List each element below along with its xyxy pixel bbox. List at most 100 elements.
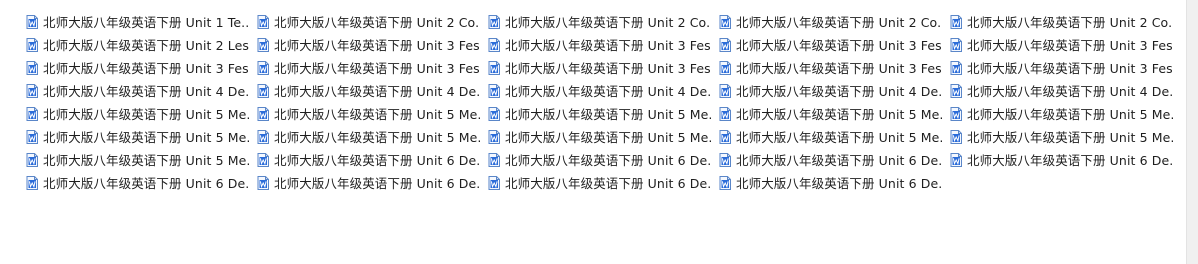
file-item[interactable]: 北师大版八年级英语下册 Unit 5 Me... [946,102,1177,125]
file-item[interactable]: 北师大版八年级英语下册 Unit 5 Me... [22,148,253,171]
file-item[interactable]: 北师大版八年级英语下册 Unit 4 De... [253,79,484,102]
word-doc-icon [26,60,38,75]
word-doc-icon [719,129,731,144]
word-doc-icon [257,106,269,121]
file-item[interactable]: 北师大版八年级英语下册 Unit 6 De... [484,148,715,171]
file-name-label: 北师大版八年级英语下册 Unit 6 De... [736,176,942,191]
file-name-label: 北师大版八年级英语下册 Unit 4 De... [736,84,942,99]
file-item[interactable]: 北师大版八年级英语下册 Unit 6 De... [715,171,946,194]
file-item[interactable]: 北师大版八年级英语下册 Unit 5 Me... [22,125,253,148]
file-item[interactable]: 北师大版八年级英语下册 Unit 2 Co... [484,10,715,33]
file-name-label: 北师大版八年级英语下册 Unit 2 Les... [43,38,249,53]
word-doc-icon [26,37,38,52]
file-item[interactable]: 北师大版八年级英语下册 Unit 2 Co... [946,10,1177,33]
word-doc-icon [26,175,38,190]
word-doc-icon [719,152,731,167]
file-item[interactable]: 北师大版八年级英语下册 Unit 6 De... [22,171,253,194]
file-item[interactable]: 北师大版八年级英语下册 Unit 3 Fes... [484,56,715,79]
file-name-label: 北师大版八年级英语下册 Unit 1 Te... [43,15,249,30]
file-item[interactable]: 北师大版八年级英语下册 Unit 2 Les... [22,33,253,56]
word-doc-icon [257,60,269,75]
file-item[interactable]: 北师大版八年级英语下册 Unit 3 Fes... [22,56,253,79]
word-doc-icon [950,14,962,29]
word-doc-icon [719,83,731,98]
word-doc-icon [950,129,962,144]
file-list-pane[interactable]: 北师大版八年级英语下册 Unit 1 Te... 北师大版八年级英语下册 Unit… [0,0,1186,264]
file-item[interactable]: 北师大版八年级英语下册 Unit 3 Fes... [715,33,946,56]
file-name-label: 北师大版八年级英语下册 Unit 3 Fes... [736,38,942,53]
file-item[interactable]: 北师大版八年级英语下册 Unit 5 Me... [715,125,946,148]
file-item[interactable]: 北师大版八年级英语下册 Unit 5 Me... [253,125,484,148]
file-item[interactable]: 北师大版八年级英语下册 Unit 4 De... [715,79,946,102]
file-item[interactable]: 北师大版八年级英语下册 Unit 3 Fes... [484,33,715,56]
file-item[interactable]: 北师大版八年级英语下册 Unit 6 De... [484,171,715,194]
file-item[interactable]: 北师大版八年级英语下册 Unit 4 De... [484,79,715,102]
word-doc-icon [488,152,500,167]
file-item[interactable]: 北师大版八年级英语下册 Unit 5 Me... [715,102,946,125]
file-item[interactable]: 北师大版八年级英语下册 Unit 5 Me... [946,125,1177,148]
file-name-label: 北师大版八年级英语下册 Unit 5 Me... [274,130,480,145]
word-doc-icon [719,37,731,52]
file-name-label: 北师大版八年级英语下册 Unit 5 Me... [967,107,1173,122]
file-name-label: 北师大版八年级英语下册 Unit 5 Me... [505,130,711,145]
word-doc-icon [26,106,38,121]
file-name-label: 北师大版八年级英语下册 Unit 5 Me... [505,107,711,122]
word-doc-icon [719,60,731,75]
file-item[interactable]: 北师大版八年级英语下册 Unit 5 Me... [484,125,715,148]
file-name-label: 北师大版八年级英语下册 Unit 4 De... [43,84,249,99]
word-doc-icon [950,152,962,167]
file-name-label: 北师大版八年级英语下册 Unit 3 Fes... [967,38,1173,53]
file-item[interactable]: 北师大版八年级英语下册 Unit 3 Fes... [253,33,484,56]
file-item[interactable]: 北师大版八年级英语下册 Unit 2 Co... [253,10,484,33]
file-name-label: 北师大版八年级英语下册 Unit 3 Fes... [736,61,942,76]
word-doc-icon [257,129,269,144]
word-doc-icon [950,83,962,98]
file-name-label: 北师大版八年级英语下册 Unit 3 Fes... [967,61,1173,76]
word-doc-icon [26,129,38,144]
file-name-label: 北师大版八年级英语下册 Unit 6 De... [274,176,480,191]
word-doc-icon [488,60,500,75]
file-name-label: 北师大版八年级英语下册 Unit 5 Me... [43,153,249,168]
file-name-label: 北师大版八年级英语下册 Unit 3 Fes... [505,61,711,76]
word-doc-icon [488,129,500,144]
file-name-label: 北师大版八年级英语下册 Unit 2 Co... [505,15,711,30]
file-name-label: 北师大版八年级英语下册 Unit 3 Fes... [274,61,480,76]
file-item[interactable]: 北师大版八年级英语下册 Unit 5 Me... [253,102,484,125]
file-name-label: 北师大版八年级英语下册 Unit 5 Me... [274,107,480,122]
file-item[interactable]: 北师大版八年级英语下册 Unit 4 De... [946,79,1177,102]
file-name-label: 北师大版八年级英语下册 Unit 3 Fes... [505,38,711,53]
vertical-scrollbar[interactable] [1186,0,1198,264]
file-item[interactable]: 北师大版八年级英语下册 Unit 5 Me... [484,102,715,125]
file-name-label: 北师大版八年级英语下册 Unit 4 De... [967,84,1173,99]
word-doc-icon [26,14,38,29]
word-doc-icon [488,14,500,29]
file-name-label: 北师大版八年级英语下册 Unit 5 Me... [736,107,942,122]
word-doc-icon [488,83,500,98]
word-doc-icon [719,175,731,190]
file-name-label: 北师大版八年级英语下册 Unit 4 De... [274,84,480,99]
word-doc-icon [26,152,38,167]
file-name-label: 北师大版八年级英语下册 Unit 2 Co... [967,15,1173,30]
file-item[interactable]: 北师大版八年级英语下册 Unit 6 De... [253,148,484,171]
file-item[interactable]: 北师大版八年级英语下册 Unit 2 Co... [715,10,946,33]
file-item[interactable]: 北师大版八年级英语下册 Unit 3 Fes... [715,56,946,79]
file-item[interactable]: 北师大版八年级英语下册 Unit 4 De... [22,79,253,102]
file-item[interactable]: 北师大版八年级英语下册 Unit 1 Te... [22,10,253,33]
file-item[interactable]: 北师大版八年级英语下册 Unit 3 Fes... [946,33,1177,56]
word-doc-icon [257,152,269,167]
word-doc-icon [257,37,269,52]
file-item[interactable]: 北师大版八年级英语下册 Unit 3 Fes... [946,56,1177,79]
file-item[interactable]: 北师大版八年级英语下册 Unit 3 Fes... [253,56,484,79]
file-name-label: 北师大版八年级英语下册 Unit 3 Fes... [274,38,480,53]
file-item[interactable]: 北师大版八年级英语下册 Unit 6 De... [253,171,484,194]
word-doc-icon [488,175,500,190]
word-doc-icon [950,60,962,75]
word-doc-icon [257,14,269,29]
file-name-label: 北师大版八年级英语下册 Unit 5 Me... [736,130,942,145]
file-item[interactable]: 北师大版八年级英语下册 Unit 6 De... [715,148,946,171]
file-item[interactable]: 北师大版八年级英语下册 Unit 5 Me... [22,102,253,125]
file-item[interactable]: 北师大版八年级英语下册 Unit 6 De... [946,148,1177,171]
word-doc-icon [488,106,500,121]
word-doc-icon [719,14,731,29]
file-name-label: 北师大版八年级英语下册 Unit 5 Me... [43,107,249,122]
